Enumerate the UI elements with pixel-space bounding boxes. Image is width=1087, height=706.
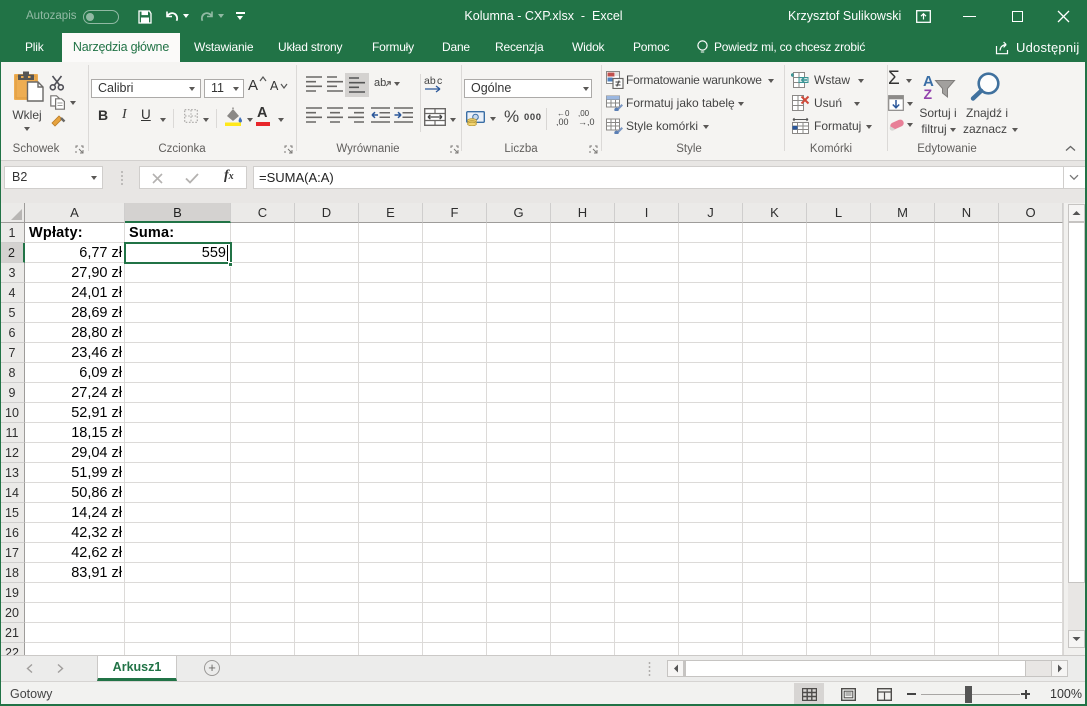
svg-text:ab: ab	[374, 77, 386, 89]
svg-text:Z: Z	[924, 86, 933, 100]
svg-text:→,0: →,0	[578, 117, 595, 126]
svg-text:c: c	[437, 75, 442, 87]
svg-text:,00: ,00	[556, 117, 569, 126]
svg-text:ab: ab	[424, 75, 436, 87]
